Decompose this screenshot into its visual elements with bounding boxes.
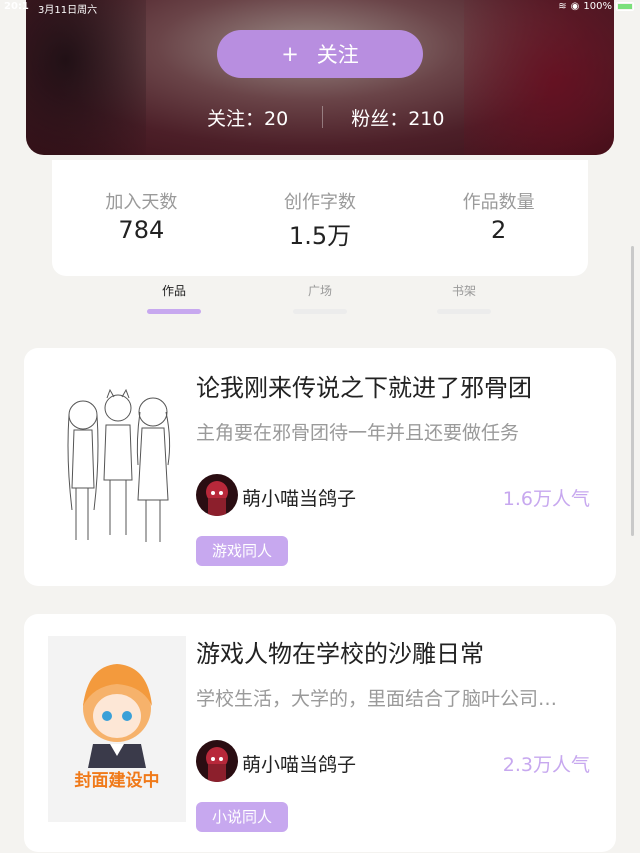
wifi-icon: ≋ bbox=[558, 1, 567, 12]
work-title[interactable]: 游戏人物在学校的沙雕日常 bbox=[196, 634, 484, 669]
work-cover-image[interactable] bbox=[48, 370, 186, 556]
category-tag[interactable]: 小说同人 bbox=[196, 802, 289, 832]
scrollbar[interactable] bbox=[631, 246, 634, 536]
stats-card: 加入天数 784 创作字数 1.5万 作品数量 2 bbox=[52, 160, 588, 276]
stat-work-count: 作品数量 2 bbox=[409, 188, 588, 276]
author-name[interactable]: 萌小喵当鸽子 bbox=[242, 750, 356, 777]
stat-label: 作品数量 bbox=[462, 192, 535, 213]
work-card[interactable]: 封面建设中 游戏人物在学校的沙雕日常 学校生活，大学的，里面结合了脑叶公司… 萌… bbox=[24, 614, 616, 852]
author-name[interactable]: 萌小喵当鸽子 bbox=[242, 484, 356, 511]
follow-button-label: 关注 bbox=[316, 43, 359, 67]
lock-rotation-icon: ◉ bbox=[570, 1, 580, 12]
stat-value: 1.5万 bbox=[288, 222, 352, 250]
follow-button[interactable]: + 关注 bbox=[217, 30, 423, 78]
work-cover-image[interactable]: 封面建设中 bbox=[48, 636, 186, 822]
author-avatar[interactable] bbox=[196, 474, 238, 516]
tab-label: 广场 bbox=[307, 284, 332, 298]
popularity-count: 1.6万人气 bbox=[502, 488, 590, 510]
following-count[interactable]: 关注：20 bbox=[207, 104, 288, 131]
stat-label: 创作字数 bbox=[284, 192, 356, 213]
stat-value: 784 bbox=[118, 216, 165, 244]
stat-word-count: 创作字数 1.5万 bbox=[231, 188, 410, 276]
tab-indicator bbox=[147, 309, 201, 314]
popularity-count: 2.3万人气 bbox=[502, 754, 590, 776]
stat-label: 加入天数 bbox=[105, 192, 178, 213]
category-tag[interactable]: 游戏同人 bbox=[196, 536, 289, 566]
stat-value: 2 bbox=[491, 216, 507, 244]
status-indicators: ≋ ◉ 100% bbox=[558, 1, 634, 12]
tab-label: 书架 bbox=[451, 284, 476, 298]
tab-square[interactable]: 广场 bbox=[290, 282, 350, 314]
tab-indicator bbox=[437, 309, 491, 314]
status-date: 3月11日周六 bbox=[38, 5, 98, 16]
battery-icon bbox=[616, 2, 634, 11]
followers-count[interactable]: 粉丝：210 bbox=[351, 104, 444, 131]
cover-placeholder-text: 封面建设中 bbox=[74, 771, 160, 791]
status-bar: 20:1 3月11日周六 ≋ ◉ 100% bbox=[0, 0, 640, 16]
author-avatar[interactable] bbox=[196, 740, 238, 782]
tab-works[interactable]: 作品 bbox=[144, 282, 204, 314]
tab-label: 作品 bbox=[161, 284, 186, 298]
plus-icon: + bbox=[281, 42, 299, 66]
follow-stats: 关注：20 粉丝：210 bbox=[207, 104, 467, 130]
tab-bar: 作品 广场 书架 bbox=[140, 282, 520, 318]
status-time: 20:1 bbox=[4, 1, 29, 12]
tab-indicator bbox=[293, 309, 347, 314]
stat-join-days: 加入天数 784 bbox=[52, 188, 231, 276]
battery-percent: 100% bbox=[583, 1, 612, 12]
work-description: 学校生活，大学的，里面结合了脑叶公司… bbox=[196, 688, 558, 710]
work-title[interactable]: 论我刚来传说之下就进了邪骨团 bbox=[196, 368, 532, 403]
work-description: 主角要在邪骨团待一年并且还要做任务 bbox=[196, 422, 520, 444]
work-card[interactable]: 论我刚来传说之下就进了邪骨团 主角要在邪骨团待一年并且还要做任务 萌小喵当鸽子 … bbox=[24, 348, 616, 586]
tab-bookshelf[interactable]: 书架 bbox=[434, 282, 494, 314]
divider bbox=[322, 106, 324, 128]
